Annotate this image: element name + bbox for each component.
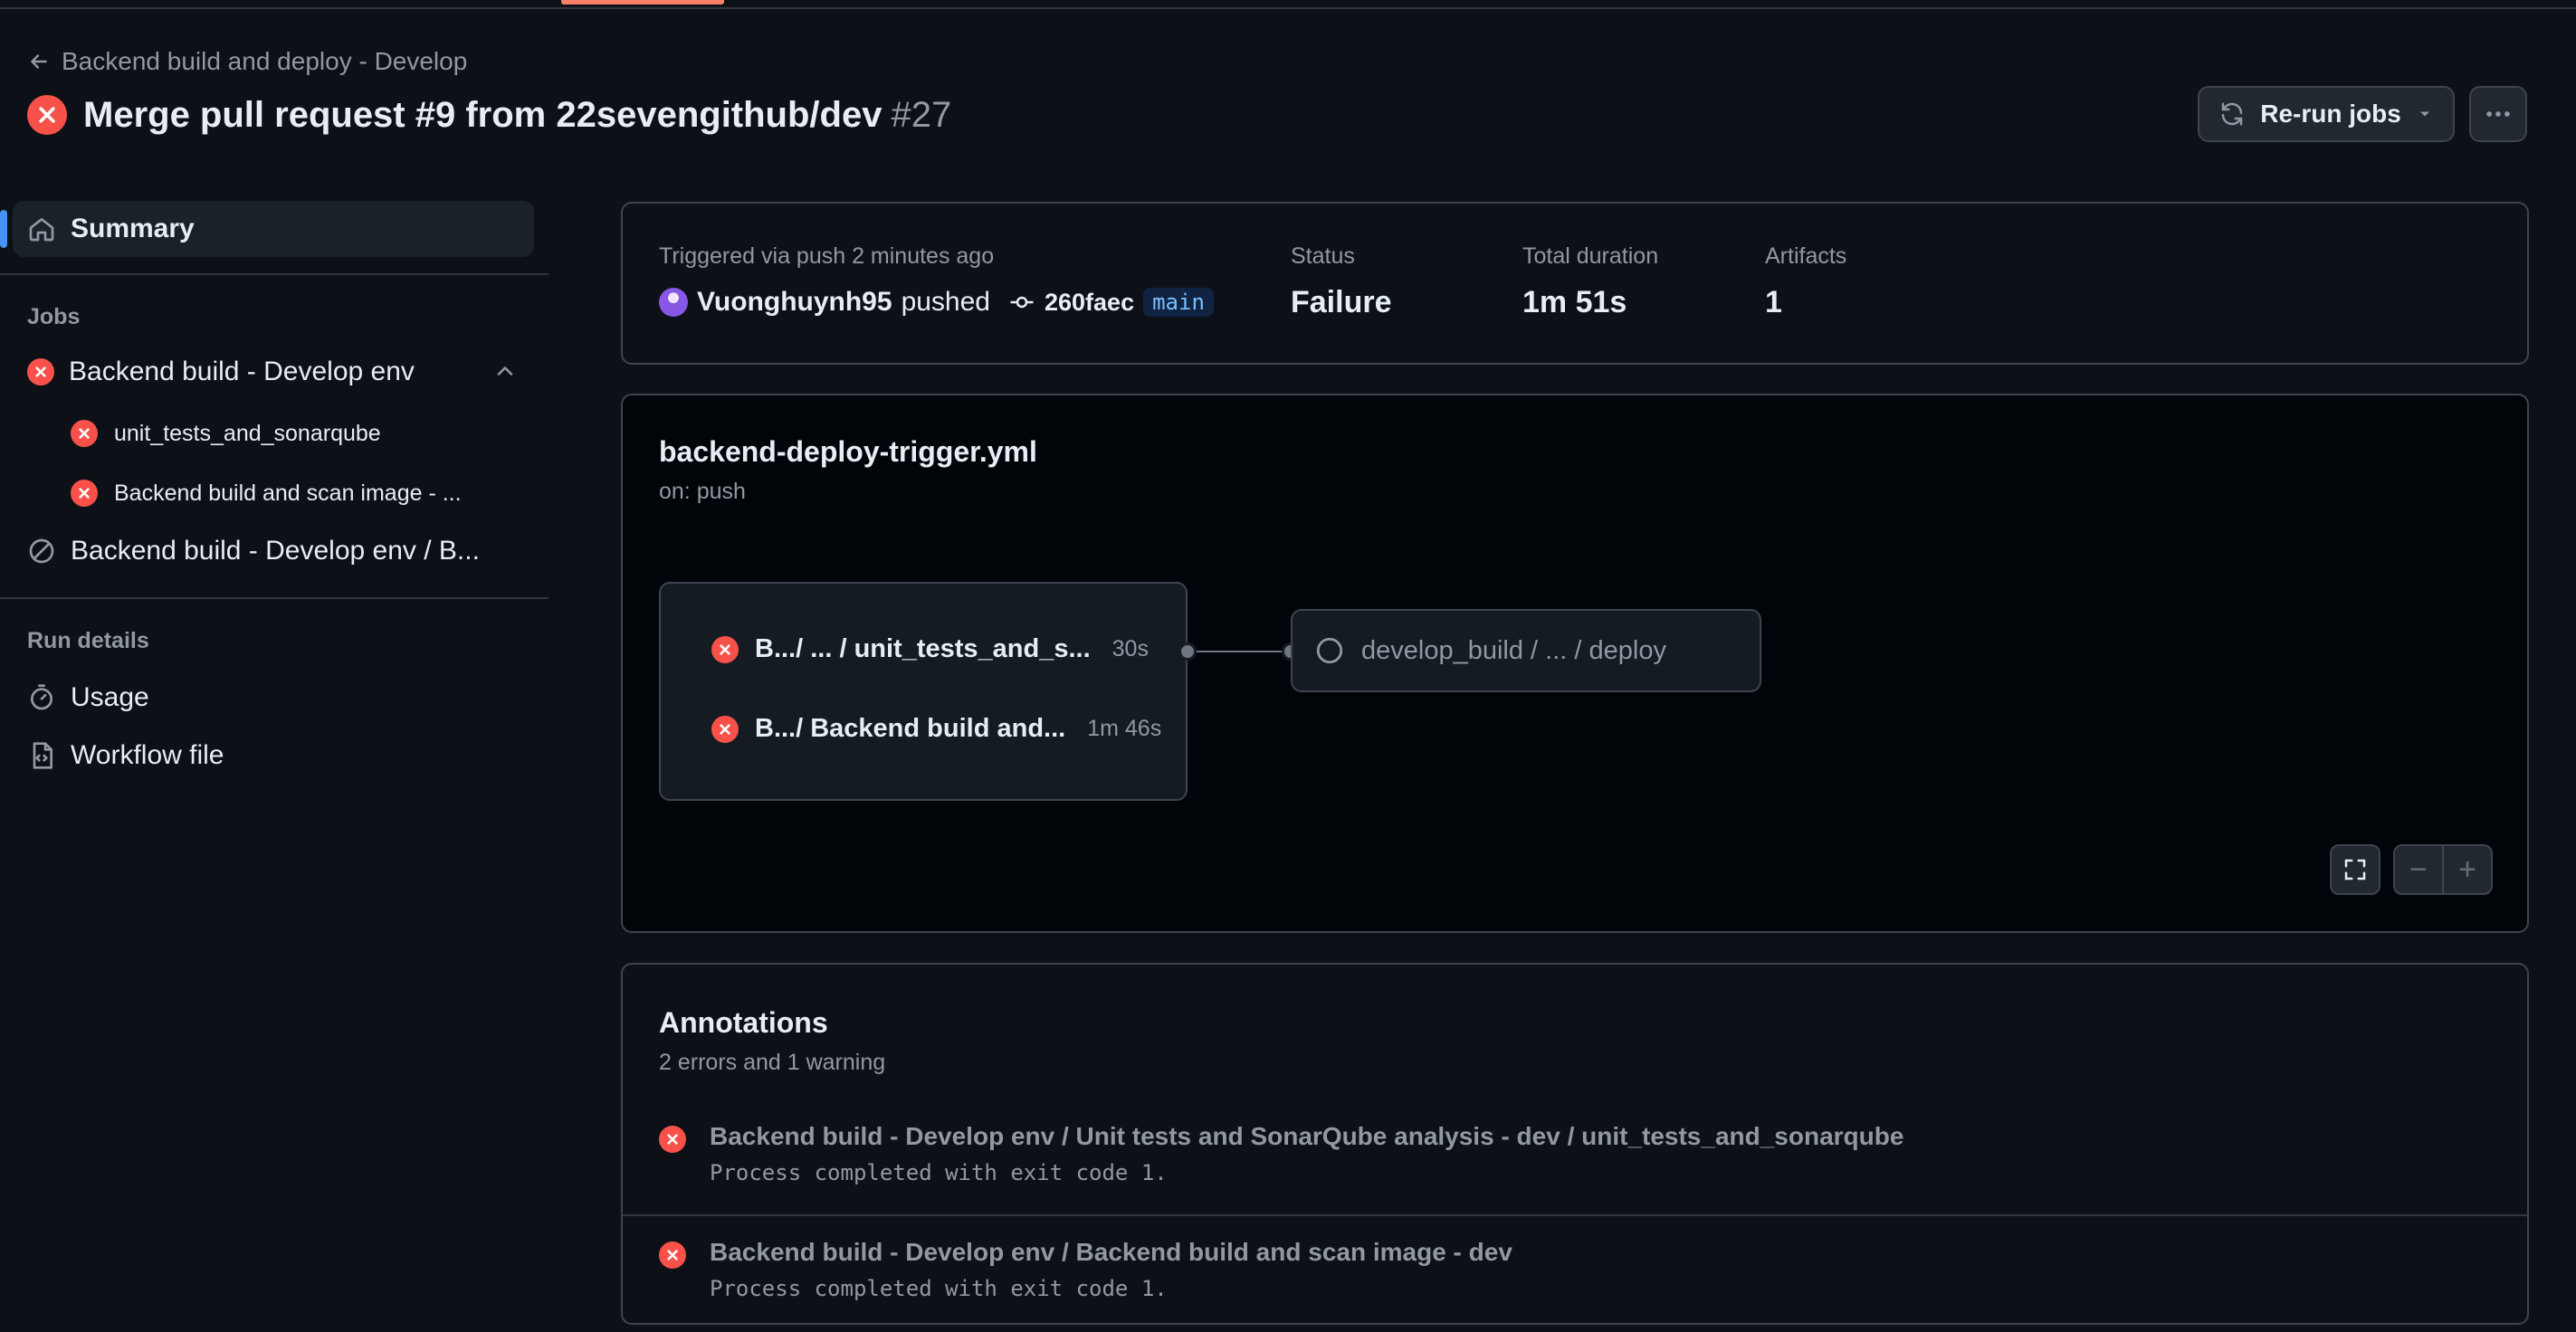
- page-header: Merge pull request #9 from 22sevengithub…: [27, 92, 951, 138]
- workflow-trigger: on: push: [659, 479, 746, 504]
- status-label: Status: [1291, 243, 1355, 269]
- arrow-left-icon: [31, 54, 47, 69]
- sidebar-divider: [0, 597, 549, 599]
- top-navigation-bar: [0, 0, 2576, 9]
- active-item-indicator: [0, 210, 7, 248]
- graph-job-deploy[interactable]: develop_build / ... / deploy: [1291, 609, 1761, 692]
- job-group-node: B.../ ... / unit_tests_and_s... 30s B...…: [659, 582, 1188, 801]
- annotation-title-link[interactable]: Backend build - Develop env / Unit tests…: [710, 1122, 1903, 1151]
- artifacts-count-link[interactable]: 1: [1765, 285, 1782, 320]
- duration-label: Total duration: [1522, 243, 1659, 269]
- avatar[interactable]: [659, 288, 688, 317]
- sync-icon: [2221, 102, 2243, 126]
- x-circle-fill-icon: [71, 420, 98, 447]
- run-summary-card: Triggered via push 2 minutes ago Vuonghu…: [621, 202, 2529, 365]
- file-code-icon: [33, 742, 52, 769]
- stopwatch-icon: [31, 684, 52, 710]
- graph-job-duration: 30s: [1111, 636, 1149, 661]
- run-number: #27: [891, 94, 952, 135]
- annotation-item: Backend build - Develop env / Backend bu…: [659, 1238, 2524, 1332]
- annotation-message: Process completed with exit code 1.: [710, 1276, 1168, 1301]
- graph-job-label: B.../ ... / unit_tests_and_s...: [755, 634, 1091, 663]
- workflow-graph-card: backend-deploy-trigger.yml on: push B...…: [621, 394, 2529, 933]
- minus-icon: −: [2409, 852, 2428, 887]
- sidebar-job-backend-build[interactable]: Backend build - Develop env: [27, 357, 415, 387]
- kebab-horizontal-icon: [2486, 111, 2510, 117]
- plus-icon: +: [2458, 852, 2476, 887]
- trigger-details: Vuonghuynh95 pushed 260faec main: [659, 287, 1214, 318]
- sidebar-item-label: Summary: [71, 214, 195, 243]
- run-details-heading: Run details: [27, 628, 149, 653]
- active-tab-indicator: [561, 0, 724, 5]
- x-circle-fill-icon: [711, 715, 739, 743]
- zoom-controls: − +: [2393, 844, 2493, 895]
- actor-action: pushed: [901, 287, 990, 317]
- fullscreen-button[interactable]: [2330, 844, 2380, 895]
- sidebar-item-label: Usage: [71, 682, 149, 712]
- screen-full-icon: [2344, 859, 2366, 880]
- x-circle-fill-icon: [71, 480, 98, 507]
- zoom-out-button[interactable]: −: [2395, 846, 2442, 893]
- skip-icon: [29, 538, 54, 564]
- sidebar-item-label: Workflow file: [71, 740, 224, 770]
- rerun-jobs-button[interactable]: Re-run jobs: [2198, 86, 2455, 142]
- breadcrumb-workflow-link[interactable]: Backend build and deploy - Develop: [62, 47, 467, 76]
- home-icon: [29, 218, 54, 242]
- workflow-filename: backend-deploy-trigger.yml: [659, 435, 1037, 468]
- sidebar-item-workflow-file[interactable]: Workflow file: [27, 740, 224, 771]
- job-connector-line: [1188, 651, 1291, 652]
- annotation-divider: [623, 1214, 2527, 1216]
- status-value: Failure: [1291, 285, 1392, 319]
- x-circle-fill-icon: [27, 95, 67, 135]
- sidebar-item-label: Backend build - Develop env: [69, 357, 415, 386]
- trigger-label: Triggered via push 2 minutes ago: [659, 243, 995, 269]
- x-circle-fill-icon: [711, 635, 739, 663]
- triangle-down-icon: [2419, 111, 2429, 117]
- artifacts-label: Artifacts: [1765, 243, 1847, 269]
- sidebar-job-deploy[interactable]: Backend build - Develop env / B...: [27, 536, 480, 566]
- graph-job-label: B.../ Backend build and...: [755, 714, 1066, 743]
- more-options-button[interactable]: [2469, 86, 2527, 142]
- commit-sha-link[interactable]: 260faec: [1045, 289, 1134, 317]
- annotation-item: Backend build - Develop env / Unit tests…: [659, 1122, 2524, 1225]
- sidebar-job-build-scan-image[interactable]: Backend build and scan image - ...: [71, 480, 462, 507]
- sidebar-item-label: Backend build - Develop env / B...: [71, 536, 480, 566]
- annotations-card: Annotations 2 errors and 1 warning Backe…: [621, 963, 2529, 1325]
- sidebar-item-summary[interactable]: Summary: [0, 201, 534, 257]
- chevron-up-icon[interactable]: [492, 358, 518, 384]
- duration-value: 1m 51s: [1522, 285, 1627, 319]
- annotations-title: Annotations: [659, 1006, 828, 1039]
- branch-label[interactable]: main: [1143, 288, 1214, 317]
- sidebar-item-usage[interactable]: Usage: [27, 682, 149, 713]
- annotation-message: Process completed with exit code 1.: [710, 1160, 1168, 1185]
- actor-link[interactable]: Vuonghuynh95: [697, 287, 892, 318]
- rerun-jobs-label: Re-run jobs: [2260, 100, 2401, 128]
- jobs-heading: Jobs: [27, 304, 81, 329]
- git-commit-icon: [1010, 296, 1034, 309]
- graph-job-unit-tests[interactable]: B.../ ... / unit_tests_and_s... 30s: [711, 634, 1149, 664]
- annotations-summary: 2 errors and 1 warning: [659, 1050, 886, 1075]
- annotation-title-link[interactable]: Backend build - Develop env / Backend bu…: [710, 1238, 1512, 1267]
- sidebar-divider: [0, 273, 549, 275]
- sidebar-item-label: unit_tests_and_sonarqube: [114, 420, 381, 446]
- sidebar-item-label: Backend build and scan image - ...: [114, 480, 462, 506]
- x-circle-fill-icon: [659, 1126, 686, 1153]
- pending-circle-icon: [1316, 637, 1343, 664]
- graph-job-build-scan[interactable]: B.../ Backend build and... 1m 46s: [711, 714, 1161, 744]
- zoom-in-button[interactable]: +: [2442, 846, 2491, 893]
- connector-start-dot: [1178, 642, 1197, 661]
- x-circle-fill-icon: [27, 358, 54, 385]
- graph-job-label: develop_build / ... / deploy: [1361, 635, 1666, 665]
- page-title: Merge pull request #9 from 22sevengithub…: [83, 94, 883, 135]
- breadcrumb[interactable]: Backend build and deploy - Develop: [27, 45, 467, 78]
- graph-job-duration: 1m 46s: [1087, 716, 1162, 741]
- x-circle-fill-icon: [659, 1242, 686, 1269]
- sidebar-job-unit-tests[interactable]: unit_tests_and_sonarqube: [71, 420, 381, 447]
